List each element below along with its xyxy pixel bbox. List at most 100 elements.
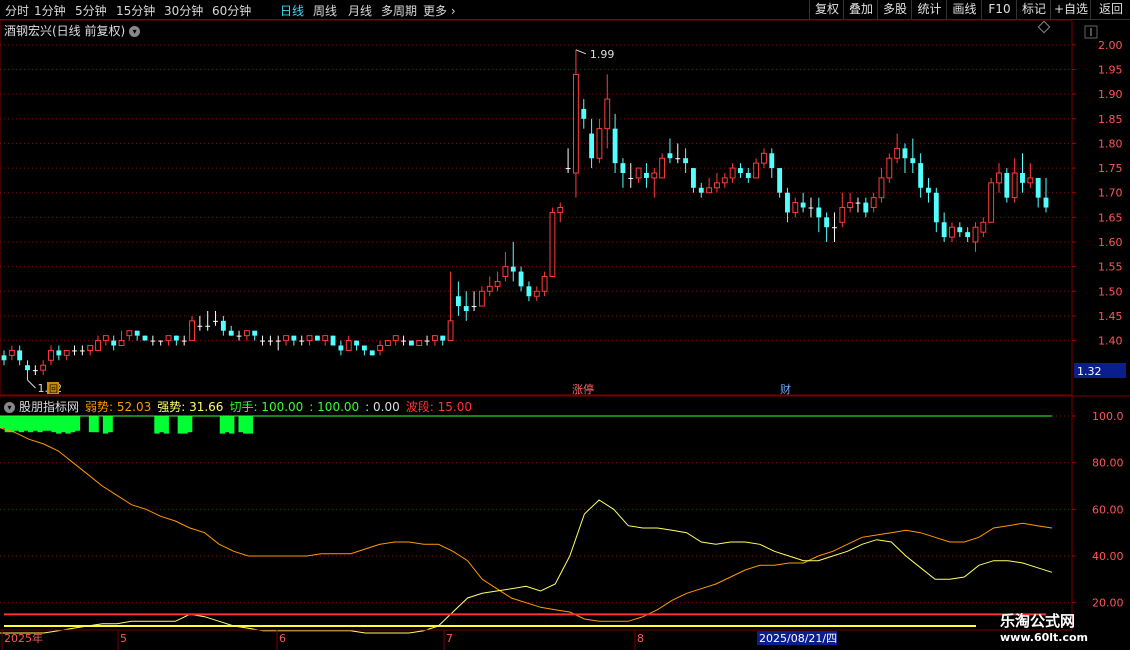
indicator-bar bbox=[28, 416, 34, 433]
price-tick-label: 1.55 bbox=[1098, 261, 1123, 274]
candle-body bbox=[8, 349, 15, 356]
candle-body bbox=[40, 364, 47, 371]
indicator-bar bbox=[187, 416, 193, 433]
indicator-bar bbox=[60, 416, 67, 433]
indicator-bar bbox=[32, 416, 39, 431]
indicator-bar bbox=[56, 416, 62, 434]
candle-body bbox=[181, 340, 187, 342]
candle-body bbox=[463, 306, 469, 311]
series-line-weak bbox=[0, 427, 1053, 622]
candle-body bbox=[79, 350, 85, 352]
candle-body bbox=[721, 177, 728, 184]
indicator-tick-label: 60.00 bbox=[1092, 503, 1124, 516]
candle-body bbox=[839, 207, 846, 223]
candle-body bbox=[283, 335, 289, 342]
candle-body bbox=[173, 335, 179, 341]
candle-body bbox=[816, 207, 822, 218]
candle-body bbox=[502, 266, 509, 277]
candle-body bbox=[824, 217, 830, 228]
candle-body bbox=[870, 197, 877, 208]
price-tick-label: 1.95 bbox=[1098, 64, 1123, 77]
current-price-label: 1.32 bbox=[1077, 365, 1102, 378]
candle-body bbox=[565, 168, 571, 170]
indicator-bar bbox=[158, 416, 165, 433]
candle-body bbox=[87, 345, 94, 351]
candle-body bbox=[205, 325, 211, 327]
candle-body bbox=[25, 365, 30, 371]
candle-body bbox=[243, 330, 250, 337]
candle-body bbox=[714, 182, 720, 189]
series-line-strong bbox=[0, 499, 1053, 634]
indicator-bar bbox=[46, 416, 53, 431]
date-label: 2025年 bbox=[4, 631, 43, 645]
candle-body bbox=[32, 370, 38, 372]
candle-body bbox=[753, 162, 760, 179]
candle-body bbox=[777, 168, 783, 193]
candle-body bbox=[1004, 173, 1010, 198]
candle-body bbox=[878, 177, 885, 199]
candle-body bbox=[926, 187, 931, 193]
indicator-bar bbox=[51, 416, 57, 433]
candle-body bbox=[1027, 177, 1034, 184]
indicator-bar bbox=[238, 416, 244, 433]
candle-body bbox=[933, 192, 939, 223]
finance-marker: 财 bbox=[780, 382, 791, 396]
candle-body bbox=[910, 158, 916, 164]
candle-body bbox=[354, 340, 359, 346]
candle-body bbox=[197, 325, 203, 327]
candle-body bbox=[48, 349, 54, 361]
candle-body bbox=[1011, 172, 1018, 199]
candle-body bbox=[729, 167, 736, 179]
candle-body bbox=[635, 167, 642, 179]
candle-body bbox=[165, 335, 172, 342]
price-tick-label: 1.40 bbox=[1098, 335, 1123, 348]
candle-body bbox=[581, 108, 587, 119]
indicator-bar bbox=[102, 416, 109, 434]
candle-body bbox=[408, 340, 414, 346]
high-price-label: 1.99 bbox=[590, 48, 615, 61]
cursor-date-label: 2025/08/21/四 bbox=[759, 632, 837, 645]
indicator-bar bbox=[14, 416, 20, 431]
price-tick-label: 1.85 bbox=[1098, 113, 1123, 126]
indicator-bar bbox=[0, 416, 6, 428]
indicator-bar bbox=[65, 416, 71, 434]
indicator-bar bbox=[9, 416, 15, 433]
candle-body bbox=[471, 306, 477, 308]
price-tick-label: 1.45 bbox=[1098, 310, 1123, 323]
candle-body bbox=[126, 330, 133, 337]
candle-body bbox=[447, 320, 454, 342]
candle-body bbox=[260, 340, 265, 342]
main-panel-border bbox=[0, 19, 1073, 396]
limit-up-marker: 涨停 bbox=[572, 382, 594, 396]
candle-body bbox=[314, 335, 320, 341]
indicator-bar bbox=[93, 416, 99, 433]
indicator-bar bbox=[154, 416, 160, 434]
candle-body bbox=[424, 340, 430, 342]
candle-body bbox=[17, 350, 23, 361]
candle-body bbox=[345, 340, 352, 351]
diamond-icon bbox=[1037, 20, 1051, 34]
date-label: 6 bbox=[279, 632, 286, 645]
candle-body bbox=[252, 330, 258, 336]
candle-body bbox=[832, 227, 837, 229]
date-label: 5 bbox=[120, 632, 127, 645]
candle-body bbox=[902, 148, 908, 159]
candle-body bbox=[338, 345, 344, 351]
indicator-tick-label: 20.00 bbox=[1092, 597, 1124, 610]
replay-badge-label: 回 bbox=[49, 384, 58, 395]
price-tick-label: 1.80 bbox=[1098, 137, 1123, 150]
candle-body bbox=[401, 340, 406, 342]
indicator-bar bbox=[18, 416, 24, 433]
candle-body bbox=[698, 187, 704, 193]
candle-body bbox=[228, 330, 234, 336]
candle-body bbox=[918, 163, 924, 188]
candle-body bbox=[572, 73, 579, 174]
candle-body bbox=[800, 202, 806, 208]
candle-body bbox=[102, 335, 109, 342]
candle-body bbox=[847, 202, 854, 208]
candle-body bbox=[549, 211, 556, 277]
candle-body bbox=[980, 221, 987, 233]
price-tick-label: 2.00 bbox=[1098, 39, 1123, 52]
candle-body bbox=[863, 202, 869, 213]
indicator-bar bbox=[177, 416, 183, 434]
